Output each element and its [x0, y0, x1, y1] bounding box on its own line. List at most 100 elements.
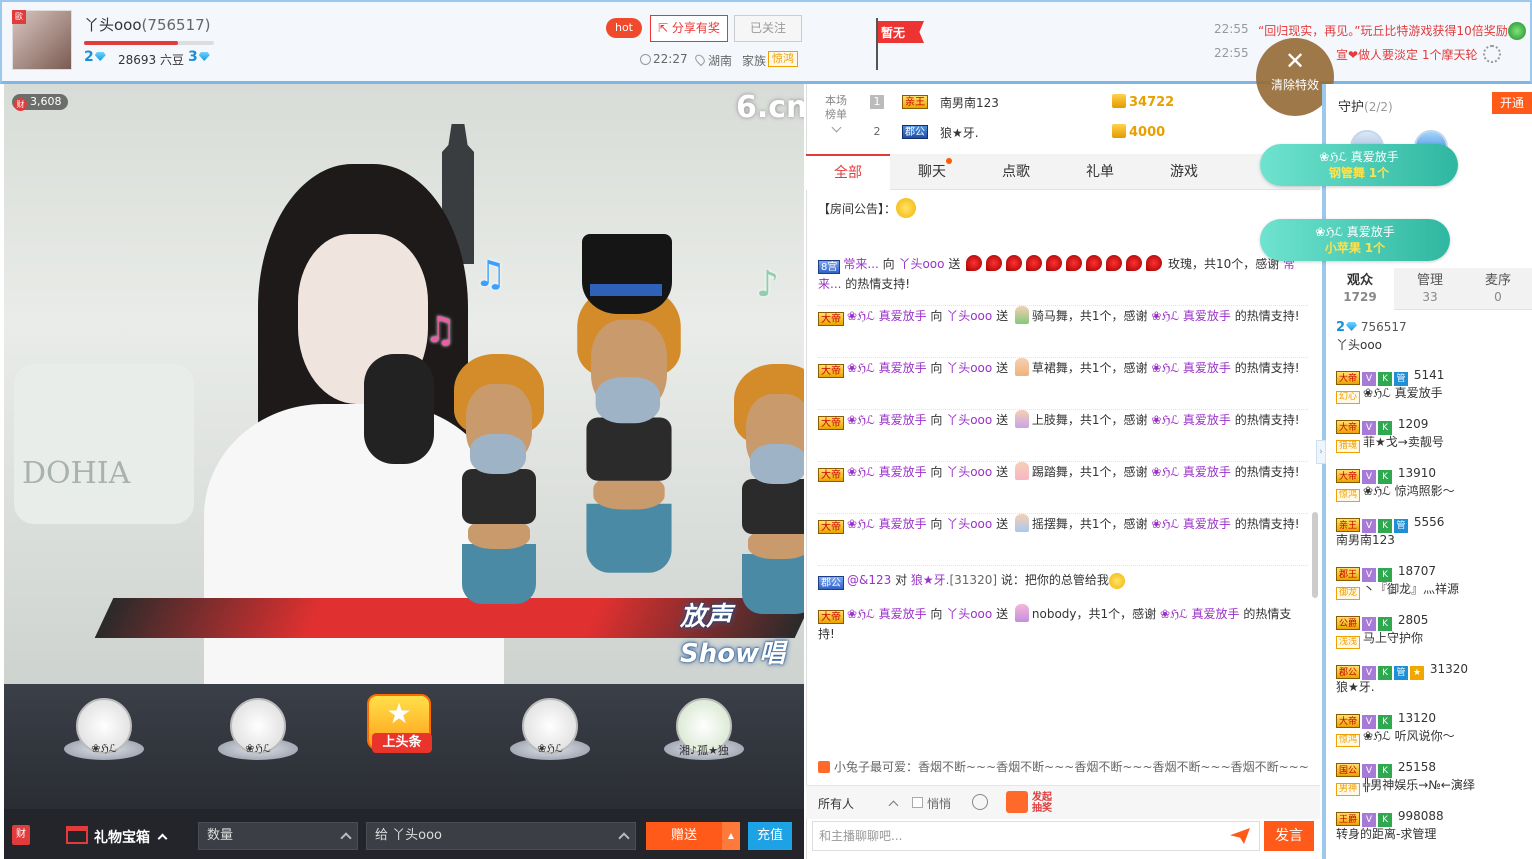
message-text: 的热情支持! — [1230, 465, 1300, 479]
message-target[interactable]: 丫头ooo — [946, 361, 992, 375]
anchor-level-current: 2 — [84, 49, 106, 65]
gift-item[interactable]: ❀ℌℒ — [218, 690, 298, 780]
chat-target-select[interactable]: 所有人 — [818, 795, 899, 812]
message-user[interactable]: ❀ℌℒ 真爱放手 — [847, 413, 927, 427]
message-user[interactable]: ❀ℌℒ 真爱放手 — [847, 607, 927, 621]
message-target[interactable]: 丫头ooo — [946, 607, 992, 621]
user-name-line: 惊鸿 ❀ℌℒ 听风说你～ — [1336, 727, 1526, 747]
gift-recipient-select[interactable]: 给 丫头ooo — [366, 822, 636, 850]
news-time: 22:55 — [1214, 46, 1249, 60]
message-user[interactable]: ❀ℌℒ 真爱放手 — [1151, 413, 1231, 427]
treasure-box-button[interactable]: 礼物宝箱 — [94, 827, 168, 847]
tab-song[interactable]: 点歌 — [974, 154, 1058, 190]
gift-icon — [1014, 306, 1029, 324]
audience-user[interactable]: 公爵 V K 2805 浅浅 马上守护你 — [1336, 613, 1526, 649]
chat-send-button[interactable]: 发言 — [1264, 821, 1314, 851]
chevron-down-icon — [831, 122, 841, 133]
audience-user[interactable]: 王爵 V K 998088 转身的距离-求管理 — [1336, 809, 1526, 843]
message-user[interactable]: ❀ℌℒ 真爱放手 — [847, 465, 927, 479]
lottery-icon[interactable] — [1006, 791, 1028, 813]
rank-label[interactable]: 本场榜单 — [820, 94, 852, 133]
message-user[interactable]: @&123 — [847, 573, 891, 587]
share-button[interactable]: ⇱ 分享有奖 — [650, 15, 728, 42]
message-target[interactable]: 丫头ooo — [946, 465, 992, 479]
tab-gift-list[interactable]: 礼单 — [1058, 154, 1142, 190]
gift-item[interactable]: 湘♪孤★独 — [664, 690, 744, 780]
message-target[interactable]: 丫头ooo — [946, 413, 992, 427]
rose-icon — [1006, 255, 1023, 271]
message-target[interactable]: 丫头ooo — [946, 309, 992, 323]
broadcast-icon — [818, 761, 830, 773]
message-text: ，共1个，感谢 — [1067, 465, 1152, 479]
message-gift-name: 上肢舞 — [1031, 413, 1068, 427]
rose-icon — [1046, 255, 1063, 271]
family-tag: 惊鸿 — [1336, 734, 1361, 747]
anchor-level-current-value: 2 — [84, 49, 94, 65]
private-checkbox[interactable] — [912, 797, 923, 808]
chat-scrollbar[interactable] — [1312, 512, 1318, 598]
live-video[interactable]: DOHIA ♫ ♫ ♪ 6.cn 放声Show唱 — [4, 84, 804, 684]
anchor-name[interactable]: 丫头ooo(756517) — [84, 14, 211, 35]
gift-item[interactable]: ❀ℌℒ — [64, 690, 144, 780]
message-user[interactable]: ❀ℌℒ 真爱放手 — [1160, 607, 1240, 621]
wealth-button[interactable]: 财 — [12, 825, 30, 845]
user-name-line: 男神 ╬男神娱乐→№←演绎 — [1336, 776, 1526, 796]
chat-input[interactable]: 和主播聊聊吧... — [812, 821, 1260, 851]
message-target[interactable]: 丫头ooo — [898, 257, 944, 271]
audience-user[interactable]: 大帝 V K 13910 惊鸿 ❀ℌℒ 惊鸿照影～ — [1336, 466, 1526, 502]
message-target[interactable]: 丫头ooo — [946, 517, 992, 531]
recharge-button[interactable]: 充值 — [748, 822, 792, 850]
audience-user[interactable]: 大帝 V K 13120 惊鸿 ❀ℌℒ 听风说你～ — [1336, 711, 1526, 747]
guard-label: 守护(2/2) — [1338, 96, 1393, 115]
send-gift-more-button[interactable]: ▲ — [722, 822, 740, 850]
chat-message: 大帝 ❀ℌℒ 真爱放手 向 丫头ooo 送 草裙舞，共1个，感谢 ❀ℌℒ 真爱放手… — [818, 358, 1308, 410]
audience-user[interactable]: 亲王 V K 管 5556 南男南123 — [1336, 515, 1526, 549]
family-tag[interactable]: 惊鸿 — [768, 51, 798, 67]
tab-game[interactable]: 游戏 — [1142, 154, 1226, 190]
lottery-button[interactable]: 发起 抽奖 — [1032, 792, 1052, 814]
close-icon: ✕ — [1284, 47, 1306, 75]
chat-tabs: 全部 聊天 点歌 礼单 游戏 — [806, 154, 1320, 190]
open-guard-button[interactable]: 开通 — [1492, 92, 1532, 114]
emoji-icon[interactable] — [972, 794, 988, 810]
audience-user[interactable]: 郡公 V K 管 ★ 31320 狼★牙. — [1336, 662, 1526, 696]
message-user[interactable]: ❀ℌℒ 真爱放手 — [1151, 309, 1231, 323]
gift-box-icon[interactable] — [66, 826, 88, 844]
gift-item[interactable]: ❀ℌℒ — [510, 690, 590, 780]
news-text[interactable]: “回归现实，再见。”玩丘比特游戏获得10倍奖励 — [1258, 22, 1508, 39]
message-user[interactable]: ❀ℌℒ 真爱放手 — [847, 309, 927, 323]
tab-audience[interactable]: 观众 1729 — [1326, 268, 1394, 310]
admin-badge: 管 — [1394, 519, 1409, 533]
audience-anchor-entry[interactable]: 2 756517 丫头ooo — [1336, 318, 1526, 354]
tab-all[interactable]: 全部 — [806, 154, 890, 190]
tab-mic-queue[interactable]: 麦序 0 — [1464, 268, 1532, 310]
audience-user[interactable]: 大帝 V K 管 5141 幻心 ❀ℌℒ 真爱放手 — [1336, 368, 1526, 404]
rank-user-name[interactable]: 南男南123 — [940, 94, 999, 111]
tab-admins[interactable]: 管理 33 — [1396, 268, 1464, 310]
news-time: 22:55 — [1214, 22, 1249, 36]
rank-user-name[interactable]: 狼★牙. — [940, 124, 979, 141]
gift-quantity-input[interactable]: 数量 — [198, 822, 358, 850]
news-text[interactable]: 宣❤做人要淡定 1个摩天轮 — [1336, 46, 1478, 63]
tab-chat[interactable]: 聊天 — [890, 154, 974, 190]
gift-bubble-count: 1个 — [1364, 241, 1386, 255]
message-user[interactable]: ❀ℌℒ 真爱放手 — [1151, 361, 1231, 375]
user-name-line: 御龙 丶『御龙』灬祥源 — [1336, 580, 1526, 600]
send-gift-button[interactable]: 赠送 — [646, 822, 722, 850]
message-user[interactable]: ❀ℌℒ 真爱放手 — [847, 517, 927, 531]
family-label: 家族 — [742, 54, 767, 68]
message-user[interactable]: 常来... — [843, 257, 878, 271]
audience-user[interactable]: 郡王 V K 18707 御龙 丶『御龙』灬祥源 — [1336, 564, 1526, 600]
message-user[interactable]: ❀ℌℒ 真爱放手 — [1151, 465, 1231, 479]
message-user[interactable]: ❀ℌℒ 真爱放手 — [847, 361, 927, 375]
headline-gift-label: 上头条 — [372, 733, 432, 753]
audience-user[interactable]: 国公 V K 25158 男神 ╬男神娱乐→№←演绎 — [1336, 760, 1526, 796]
family-tag: 男神 — [1336, 783, 1361, 796]
audience-user[interactable]: 大帝 V K 1209 猎魂 菲★戈→卖靓号 — [1336, 417, 1526, 453]
chat-message: 大帝 ❀ℌℒ 真爱放手 向 丫头ooo 送 上肢舞，共1个，感谢 ❀ℌℒ 真爱放手… — [818, 410, 1308, 462]
message-target[interactable]: 狼★牙. — [911, 573, 950, 587]
rose-icon — [1026, 255, 1043, 271]
collapse-panel-button[interactable]: › — [1316, 440, 1326, 464]
message-user[interactable]: ❀ℌℒ 真爱放手 — [1151, 517, 1231, 531]
follow-button[interactable]: 已关注 — [734, 15, 802, 42]
